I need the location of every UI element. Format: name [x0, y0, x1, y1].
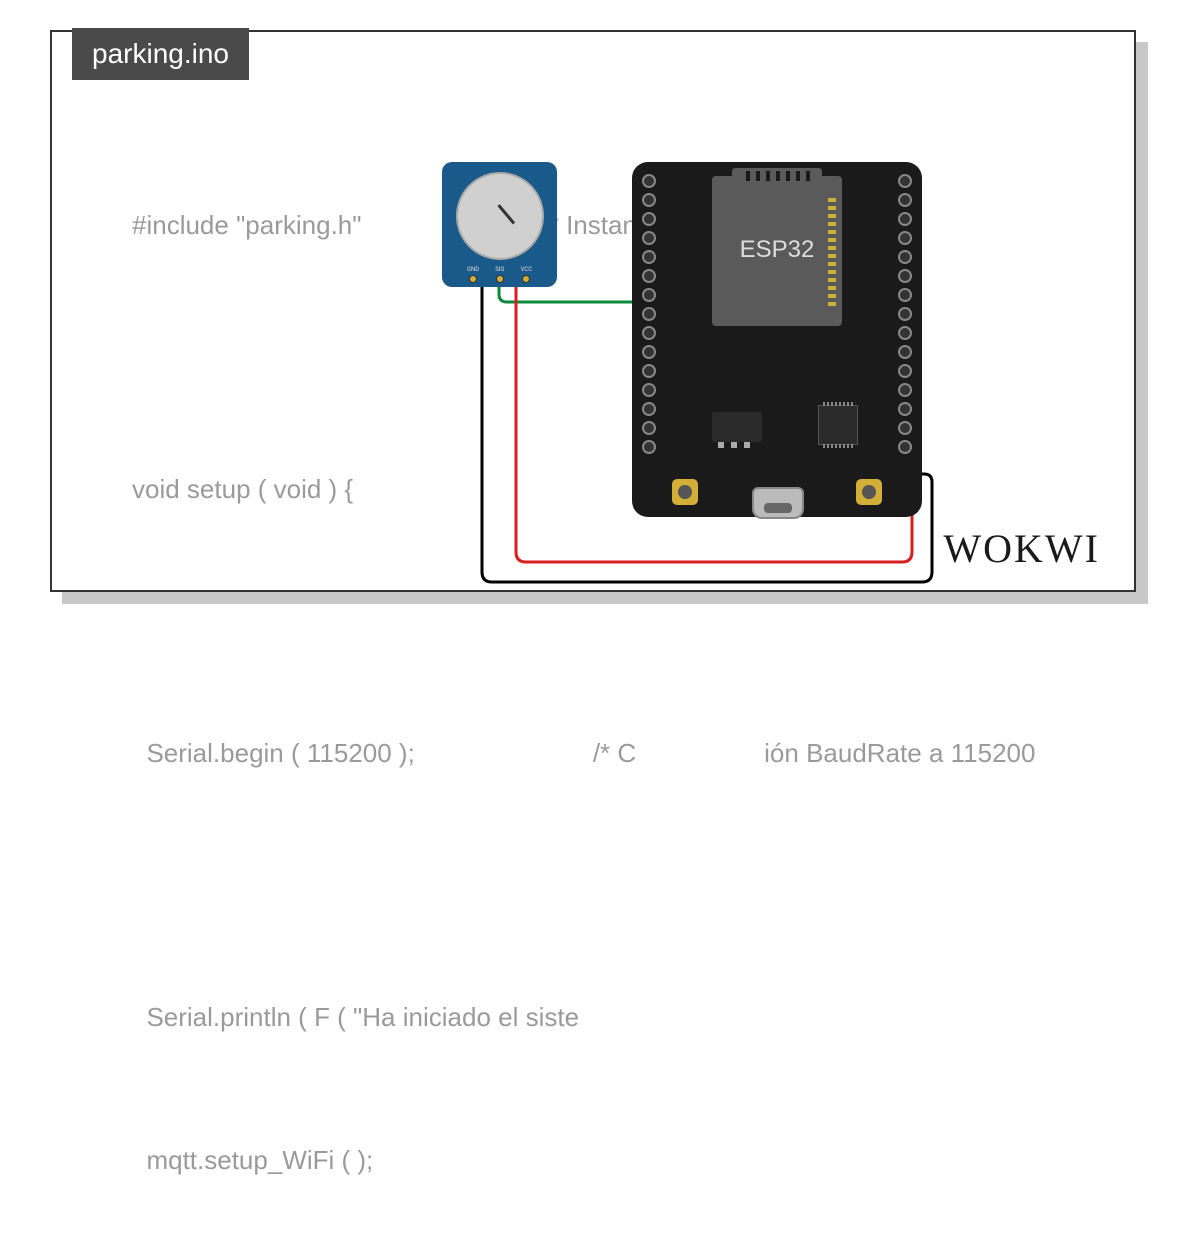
- pin-label: VCC: [521, 266, 533, 273]
- chip-contacts-icon: [828, 196, 836, 306]
- pin-hole-icon: [469, 275, 477, 283]
- code-text: void setup ( void ) {: [132, 474, 353, 504]
- esp32-devkit[interactable]: ESP32: [632, 162, 922, 517]
- code-comment: /* C: [593, 738, 636, 768]
- circuit-diagram: GND SIG VCC ESP32: [442, 162, 942, 582]
- project-card: #include "parking.h"/* Instancia de la c…: [50, 30, 1136, 592]
- chip-label: ESP32: [712, 236, 842, 264]
- pin-hole-icon: [496, 275, 504, 283]
- enable-button[interactable]: [856, 479, 882, 505]
- code-text: #include "parking.h": [132, 210, 362, 240]
- usb-serial-chip-icon: [818, 405, 858, 445]
- code-text: Serial.begin ( 115200 );: [132, 738, 415, 768]
- antenna-icon: [732, 168, 822, 184]
- code-text: mqtt.setup_WiFi ( );: [132, 1145, 373, 1175]
- potentiometer-module[interactable]: GND SIG VCC: [442, 162, 557, 287]
- filename-tab[interactable]: parking.ino: [72, 28, 249, 80]
- boot-button[interactable]: [672, 479, 698, 505]
- brand-logo: WOKWI: [943, 525, 1100, 572]
- potentiometer-knob[interactable]: [456, 172, 544, 260]
- pin-header-right: [898, 174, 912, 454]
- pin-label: GND: [467, 266, 479, 273]
- micro-usb-port-icon: [752, 487, 804, 519]
- code-text: Serial.println ( F ( "Ha iniciado el sis…: [132, 1002, 579, 1032]
- knob-indicator-icon: [497, 204, 515, 224]
- pin-header-left: [642, 174, 656, 454]
- pin-label: SIG: [495, 266, 504, 273]
- pin-hole-icon: [522, 275, 530, 283]
- potentiometer-pins: GND SIG VCC: [442, 266, 557, 283]
- esp32-shield-icon: ESP32: [712, 176, 842, 326]
- code-comment: ión BaudRate a 115200: [764, 738, 1035, 768]
- voltage-regulator-icon: [712, 412, 762, 442]
